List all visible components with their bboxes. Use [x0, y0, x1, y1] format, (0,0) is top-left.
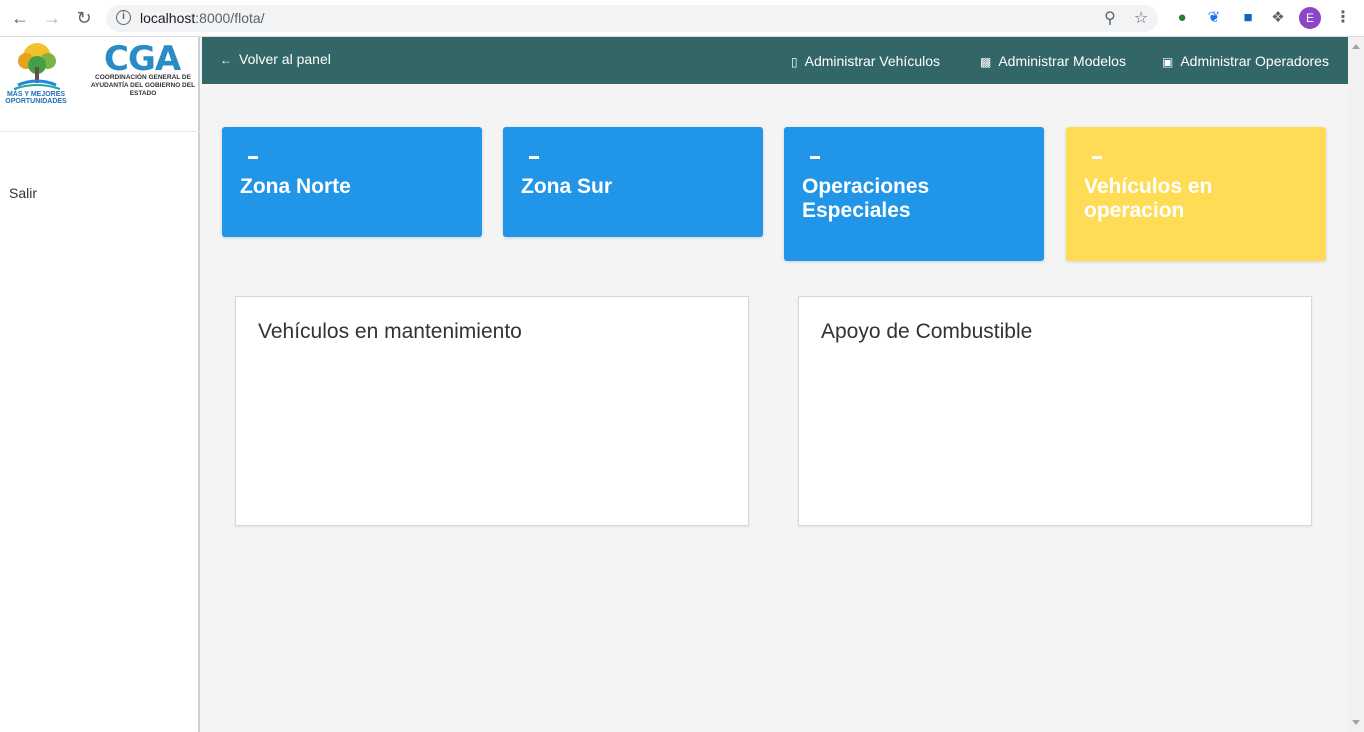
fuel-support-panel: Apoyo de Combustible — [798, 296, 1312, 526]
manage-operators-label: Administrar Operadores — [1180, 53, 1329, 69]
manage-models-label: Administrar Modelos — [998, 53, 1126, 69]
feather-extension-icon[interactable]: ❦ — [1204, 8, 1224, 28]
logo-area: MÁS Y MEJORES OPORTUNIDADES CGA COORDINA… — [0, 37, 200, 132]
zone-card-norte[interactable]: ▬ Zona Norte — [222, 127, 482, 237]
sidebar: MÁS Y MEJORES OPORTUNIDADES CGA COORDINA… — [0, 37, 200, 732]
maintenance-panel-title: Vehículos en mantenimiento — [258, 320, 522, 343]
profile-avatar[interactable]: E — [1299, 7, 1321, 29]
manage-models-link[interactable]: ▩ Administrar Modelos — [980, 37, 1126, 84]
manage-vehicles-label: Administrar Vehículos — [804, 53, 941, 69]
address-bar[interactable]: i localhost:8000/flota/ ⚲ ☆ — [106, 5, 1158, 32]
extension-badge-icon[interactable]: ■ — [1238, 8, 1258, 28]
globe-extension-icon[interactable]: ● — [1172, 8, 1192, 28]
manage-vehicles-link[interactable]: ▯ Administrar Vehículos — [791, 37, 940, 84]
zone-card-sur[interactable]: ▬ Zona Sur — [503, 127, 763, 237]
id-card-icon: ▣ — [1162, 55, 1174, 69]
forward-arrow-icon[interactable]: → — [40, 7, 64, 29]
url-host: localhost — [140, 10, 196, 26]
logout-link[interactable]: Salir — [9, 185, 37, 201]
arrow-left-icon: ← — [220, 53, 232, 67]
zone-card-title: Zona Sur — [521, 175, 613, 198]
zone-card-title: Vehículos en operacion — [1084, 175, 1213, 222]
scroll-down-icon[interactable] — [1352, 720, 1360, 725]
url-text[interactable]: localhost:8000/flota/ — [140, 10, 265, 26]
scroll-up-icon[interactable] — [1352, 44, 1360, 49]
info-icon[interactable]: i — [116, 10, 131, 25]
back-arrow-icon[interactable]: ← — [8, 7, 32, 29]
fuel-support-panel-title: Apoyo de Combustible — [821, 320, 1033, 343]
car-icon: ▬ — [248, 151, 258, 162]
manage-operators-link[interactable]: ▣ Administrar Operadores — [1162, 37, 1329, 84]
puzzle-extensions-icon[interactable]: ❖ — [1268, 8, 1288, 28]
car-icon: ▬ — [529, 151, 539, 162]
car-icon: ▬ — [810, 151, 820, 162]
browser-toolbar: ← → ↻ i localhost:8000/flota/ ⚲ ☆ ● ❦ ■ … — [0, 0, 1364, 37]
back-to-panel-label: Volver al panel — [239, 51, 331, 67]
reload-icon[interactable]: ↻ — [72, 7, 96, 29]
cga-logo-title: CGA — [104, 39, 181, 79]
url-path: :8000/flota/ — [195, 10, 265, 26]
zone-card-operaciones-especiales[interactable]: ▬ Operaciones Especiales — [784, 127, 1044, 261]
maintenance-panel: Vehículos en mantenimiento — [235, 296, 749, 526]
cga-logo-subtitle: COORDINACIÓN GENERAL DE AYUDANTÍA DEL GO… — [90, 74, 196, 97]
zone-card-title: Zona Norte — [240, 175, 351, 198]
tree-logo-text: MÁS Y MEJORES OPORTUNIDADES — [5, 91, 67, 105]
page-scrollbar[interactable] — [1348, 37, 1364, 732]
bookmark-star-icon[interactable]: ☆ — [1131, 9, 1151, 29]
zone-card-vehiculos-en-operacion[interactable]: ▬ Vehículos en operacion — [1066, 127, 1326, 261]
back-to-panel-link[interactable]: ← Volver al panel — [220, 37, 331, 84]
folder-icon: ▩ — [980, 55, 992, 69]
browser-menu-icon[interactable]: ⋮ — [1335, 8, 1351, 28]
car-icon: ▬ — [1092, 151, 1102, 162]
car-icon: ▯ — [791, 55, 798, 69]
zoom-icon[interactable]: ⚲ — [1100, 9, 1120, 29]
top-nav-bar: ← Volver al panel ▯ Administrar Vehículos … — [202, 37, 1348, 84]
zone-card-title: Operaciones Especiales — [802, 175, 930, 222]
